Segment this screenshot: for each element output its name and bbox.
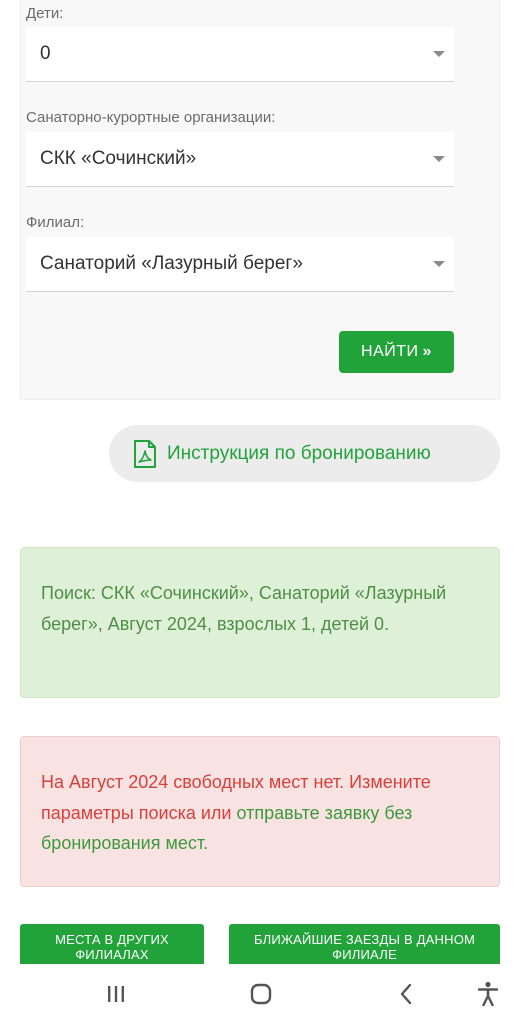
children-select[interactable]: 0 <box>26 27 454 82</box>
home-icon[interactable] <box>231 964 291 1024</box>
android-navigation-bar <box>0 964 518 1024</box>
find-button-label: НАЙТИ <box>361 343 419 360</box>
accessibility-icon[interactable] <box>458 964 518 1024</box>
caret-down-icon <box>433 261 445 267</box>
children-label: Дети: <box>26 5 64 22</box>
no-places-alert: На Август 2024 свободных мест нет. Измен… <box>20 736 500 887</box>
booking-instruction-label: Инструкция по бронированию <box>167 442 431 464</box>
org-select-value: СКК «Сочинский» <box>40 148 197 169</box>
branch-select-value: Санаторий «Лазурный берег» <box>40 253 303 274</box>
caret-down-icon <box>433 51 445 57</box>
branch-select[interactable]: Санаторий «Лазурный берег» <box>26 237 454 292</box>
search-summary-alert: Поиск: СКК «Сочинский», Санаторий «Лазур… <box>20 547 500 698</box>
caret-down-icon <box>433 156 445 162</box>
pdf-icon <box>134 439 156 468</box>
org-select[interactable]: СКК «Сочинский» <box>26 132 454 187</box>
search-summary-text: Поиск: СКК «Сочинский», Санаторий «Лазур… <box>41 583 447 634</box>
recent-apps-icon[interactable] <box>86 964 146 1024</box>
find-button[interactable]: НАЙТИ » <box>339 331 454 373</box>
double-chevron-right-icon: » <box>422 343 432 360</box>
branch-label: Филиал: <box>26 214 85 231</box>
org-label: Санаторно-курортные организации: <box>26 109 276 126</box>
other-branches-button[interactable]: МЕСТА В ДРУГИХ ФИЛИАЛАХ <box>20 924 204 964</box>
children-select-value: 0 <box>40 43 51 64</box>
booking-instruction-link[interactable]: Инструкция по бронированию <box>109 425 500 482</box>
nearest-checkins-button[interactable]: БЛИЖАЙШИЕ ЗАЕЗДЫ В ДАННОМ ФИЛИАЛЕ <box>229 924 500 964</box>
back-icon[interactable] <box>376 964 436 1024</box>
